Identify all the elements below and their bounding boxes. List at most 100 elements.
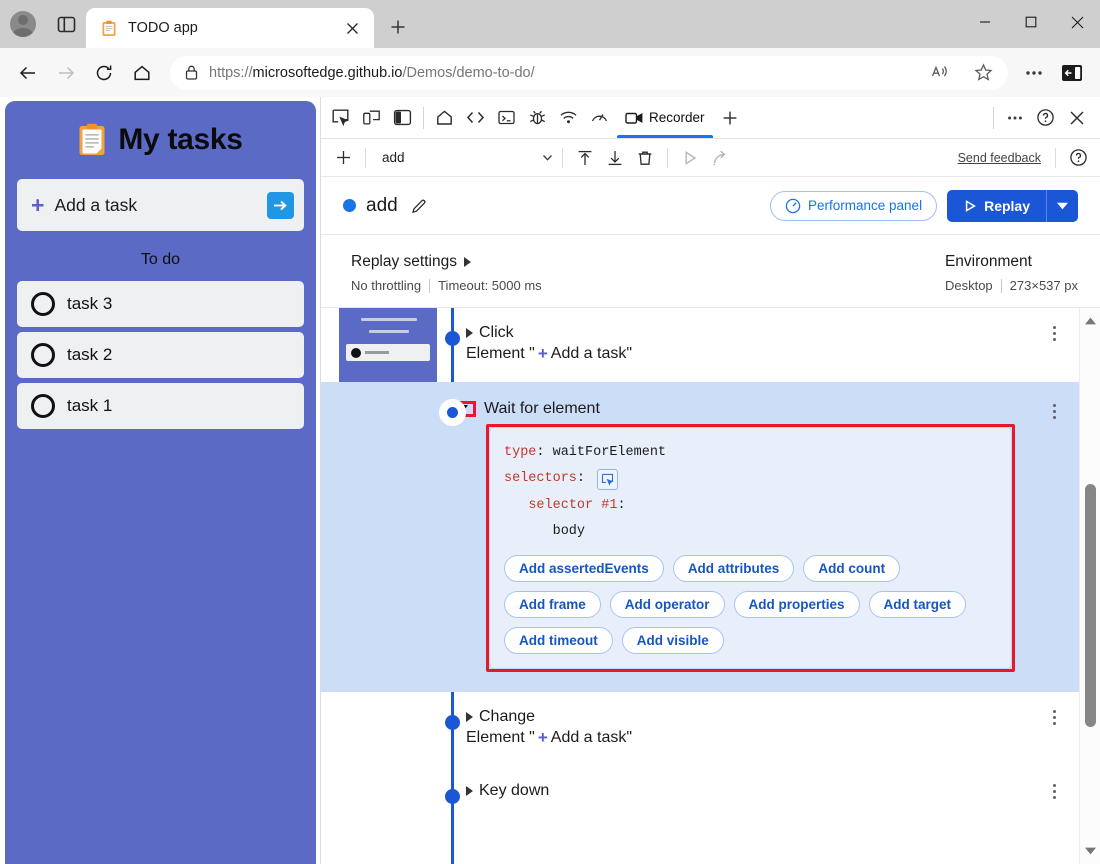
task-label: task 3 xyxy=(67,294,112,314)
chevron-right-icon[interactable] xyxy=(466,712,473,722)
home-icon[interactable] xyxy=(124,55,160,91)
step-subtitle: Element "+ Add a task" xyxy=(466,344,1035,364)
chevron-right-icon[interactable] xyxy=(466,786,473,796)
browser-window: TODO app xyxy=(0,0,1100,864)
profile-button[interactable] xyxy=(0,2,46,46)
pick-element-icon[interactable] xyxy=(597,469,618,490)
detail-selector-value: body xyxy=(553,524,585,539)
tab-recorder[interactable]: Recorder xyxy=(615,97,715,138)
recorder-help-icon[interactable] xyxy=(1064,144,1092,172)
devtools-more-icon[interactable] xyxy=(999,102,1030,133)
task-checkbox[interactable] xyxy=(31,343,55,367)
divider xyxy=(1001,279,1002,293)
replay-settings-row: Replay settings No throttling Timeout: 5… xyxy=(321,235,1100,308)
step-title: Change xyxy=(479,708,535,726)
step-menu-icon[interactable] xyxy=(1043,322,1065,344)
scrollbar-thumb[interactable] xyxy=(1085,484,1096,727)
replay-settings-col: Replay settings No throttling Timeout: 5… xyxy=(351,253,542,293)
task-checkbox[interactable] xyxy=(31,394,55,418)
list-item[interactable]: task 1 xyxy=(17,383,304,429)
steps-scrollbar[interactable] xyxy=(1079,308,1100,864)
replay-button[interactable]: Replay xyxy=(947,190,1046,222)
close-icon[interactable] xyxy=(1054,0,1100,44)
panel-sources-bug-icon[interactable] xyxy=(522,102,553,133)
add-operator-button[interactable]: Add operator xyxy=(610,591,725,618)
sidebar-toggle-icon[interactable] xyxy=(1054,55,1090,91)
step-click[interactable]: Click Element "+ Add a task" xyxy=(321,308,1079,382)
replay-recording-icon[interactable] xyxy=(676,144,704,172)
step-change[interactable]: Change Element "+ Add a task" xyxy=(321,692,1079,766)
add-visible-button[interactable]: Add visible xyxy=(622,627,724,654)
step-header[interactable]: Click xyxy=(466,324,1035,342)
devtools-help-icon[interactable] xyxy=(1030,102,1061,133)
add-assertedevents-button[interactable]: Add assertedEvents xyxy=(504,555,664,582)
panel-network-icon[interactable] xyxy=(553,102,584,133)
edit-recording-name-icon[interactable] xyxy=(410,197,428,215)
export-recording-icon[interactable] xyxy=(601,144,629,172)
step-key-down[interactable]: Key down xyxy=(321,766,1079,830)
panel-performance-icon[interactable] xyxy=(584,102,615,133)
browser-settings-icon[interactable] xyxy=(1016,55,1052,91)
browser-tab[interactable]: TODO app xyxy=(86,8,374,48)
add-task-input-row[interactable]: + Add a task xyxy=(17,179,304,231)
import-recording-icon[interactable] xyxy=(571,144,599,172)
add-target-button[interactable]: Add target xyxy=(869,591,967,618)
clipboard-icon xyxy=(78,123,106,157)
add-properties-button[interactable]: Add properties xyxy=(734,591,860,618)
list-item[interactable]: task 3 xyxy=(17,281,304,327)
send-feedback-link[interactable]: Send feedback xyxy=(958,151,1041,165)
chevron-right-icon[interactable] xyxy=(466,328,473,338)
replay-settings-toggle[interactable]: Replay settings xyxy=(351,253,542,271)
add-timeout-button[interactable]: Add timeout xyxy=(504,627,613,654)
new-tab-button[interactable] xyxy=(380,9,416,45)
back-icon[interactable] xyxy=(10,55,46,91)
detail-selector-label: selector #1 xyxy=(528,498,617,513)
add-count-button[interactable]: Add count xyxy=(803,555,900,582)
add-attributes-button[interactable]: Add attributes xyxy=(673,555,795,582)
todo-section-title: To do xyxy=(17,251,304,269)
dock-side-icon[interactable] xyxy=(387,102,418,133)
add-property-buttons: Add assertedEvents Add attributes Add co… xyxy=(504,555,997,654)
chevron-right-icon xyxy=(464,257,471,267)
submit-task-button[interactable] xyxy=(267,192,294,219)
recording-status-dot xyxy=(343,199,356,212)
tab-close-icon[interactable] xyxy=(340,16,364,40)
tab-actions-icon[interactable] xyxy=(46,2,86,46)
step-menu-icon[interactable] xyxy=(1043,706,1065,728)
device-emulation-icon[interactable] xyxy=(356,102,387,133)
avatar xyxy=(10,11,36,37)
step-wait-for-element[interactable]: Wait for element type: waitForElement se… xyxy=(321,382,1079,692)
forward-icon[interactable] xyxy=(48,55,84,91)
delete-recording-icon[interactable] xyxy=(631,144,659,172)
detail-selectors-key: selectors xyxy=(504,471,577,486)
recording-select[interactable]: add xyxy=(374,145,554,171)
step-header[interactable]: Key down xyxy=(466,782,1035,800)
performance-panel-button[interactable]: Performance panel xyxy=(770,191,937,221)
minimize-icon[interactable] xyxy=(962,0,1008,44)
step-menu-icon[interactable] xyxy=(1043,400,1065,422)
maximize-icon[interactable] xyxy=(1008,0,1054,44)
devtools-close-icon[interactable] xyxy=(1061,102,1092,133)
add-panel-icon[interactable] xyxy=(715,102,746,133)
scroll-down-icon[interactable] xyxy=(1080,841,1100,861)
share-recording-icon[interactable] xyxy=(706,144,734,172)
scroll-up-icon[interactable] xyxy=(1080,311,1100,331)
list-item[interactable]: task 2 xyxy=(17,332,304,378)
panel-elements-icon[interactable] xyxy=(460,102,491,133)
step-header[interactable]: Wait for element xyxy=(448,400,1035,418)
panel-console-icon[interactable] xyxy=(491,102,522,133)
reload-icon[interactable] xyxy=(86,55,122,91)
replay-options-chevron-down-icon[interactable] xyxy=(1046,190,1078,222)
favorite-star-icon[interactable] xyxy=(966,56,1000,90)
step-menu-icon[interactable] xyxy=(1043,780,1065,802)
panel-welcome-icon[interactable] xyxy=(429,102,460,133)
todo-app-body: My tasks + Add a task To do task 3 xyxy=(5,101,316,864)
inspect-element-icon[interactable] xyxy=(325,102,356,133)
add-frame-button[interactable]: Add frame xyxy=(504,591,601,618)
step-header[interactable]: Change xyxy=(466,708,1035,726)
add-recording-icon[interactable] xyxy=(329,144,357,172)
task-checkbox[interactable] xyxy=(31,292,55,316)
read-aloud-icon[interactable] xyxy=(922,56,956,90)
address-bar[interactable]: https://microsoftedge.github.io/Demos/de… xyxy=(170,56,1008,90)
clipboard-icon xyxy=(100,19,118,37)
